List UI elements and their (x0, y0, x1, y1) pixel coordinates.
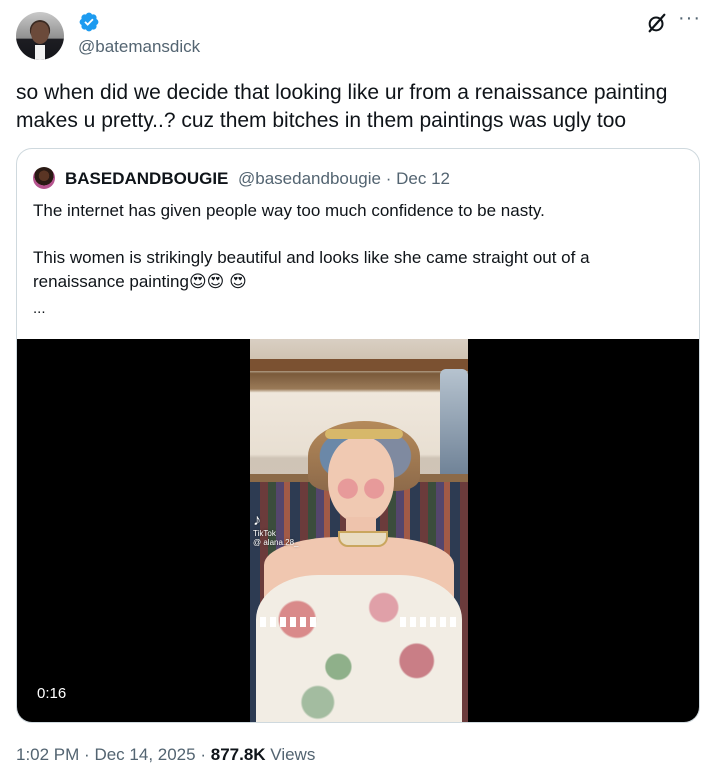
grok-slash-icon[interactable] (646, 12, 668, 34)
video-player[interactable]: ♪ TikTok @ alana.28_ 0:16 (17, 339, 699, 722)
more-horizontal-icon[interactable]: ··· (678, 8, 701, 28)
quoted-date[interactable]: Dec 12 (396, 169, 450, 188)
tweet-line: makes u pretty..? cuz them bitches in th… (16, 109, 627, 132)
quoted-handle[interactable]: @basedandbougie (238, 169, 381, 188)
video-duration-badge: 0:16 (31, 683, 73, 704)
views-label: Views (270, 745, 316, 764)
quoted-display-name[interactable]: BASEDANDBOUGIE (65, 169, 228, 189)
quoted-text-line: renaissance painting😍😍 😍 (33, 272, 247, 291)
tiktok-user: @ alana.28_ (253, 538, 299, 547)
tiktok-note-icon: ♪ (253, 512, 261, 529)
tweet-footer: 1:02 PM · Dec 14, 2025 · 877.8K Views (16, 745, 315, 765)
author-handle[interactable]: @batemansdick (78, 37, 200, 57)
quoted-text-line: The internet has given people way too mu… (33, 201, 545, 220)
verified-badge-icon (79, 12, 99, 32)
footer-separator: · (84, 745, 90, 764)
quoted-text-line: This women is strikingly beautiful and l… (33, 248, 590, 267)
tiktok-brand: TikTok (253, 529, 276, 538)
tweet-text: so when did we decide that looking like … (16, 79, 696, 135)
author-avatar[interactable] (16, 12, 64, 60)
quoted-text-ellipsis: ... (33, 300, 46, 317)
views-count: 877.8K (210, 745, 266, 764)
quoted-tweet-card[interactable]: BASEDANDBOUGIE @basedandbougie · Dec 12 … (16, 148, 700, 723)
tweet-date[interactable]: Dec 14, 2025 (94, 745, 195, 764)
footer-separator: · (200, 745, 206, 764)
tweet-time[interactable]: 1:02 PM (16, 745, 79, 764)
quoted-author-avatar[interactable] (33, 167, 55, 189)
video-frame-image: ♪ TikTok @ alana.28_ (250, 339, 468, 722)
meta-separator: · (385, 169, 392, 188)
avatar-shirt (35, 45, 45, 60)
quoted-meta: @basedandbougie · Dec 12 (238, 169, 450, 189)
avatar-face (31, 22, 49, 44)
tiktok-watermark: ♪ TikTok @ alana.28_ (253, 512, 299, 548)
tweet-line: so when did we decide that looking like … (16, 81, 668, 104)
